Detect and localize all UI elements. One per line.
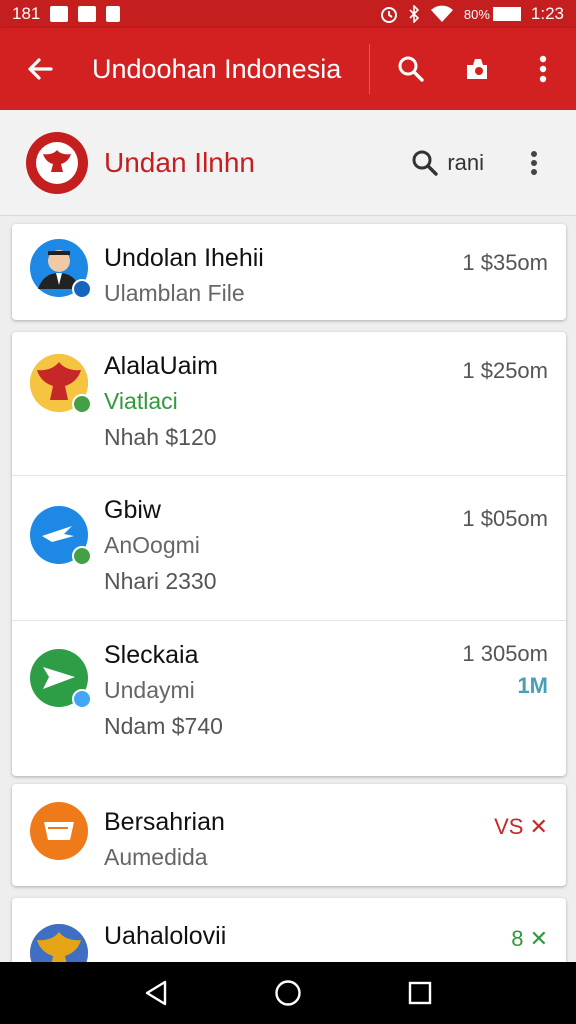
item-name: Sleckaia xyxy=(104,641,199,669)
nav-home-button[interactable] xyxy=(258,962,318,1024)
message-notification-icon xyxy=(78,6,97,22)
item-name: Bersahrian xyxy=(104,808,225,836)
emblem-logo xyxy=(26,131,88,194)
subheader-search[interactable]: rani xyxy=(411,149,484,177)
list-item[interactable]: AlalaUaim Viatlaci Nhah $120 1 $25om xyxy=(12,332,566,476)
item-subtitle: Ulamblan File xyxy=(104,280,245,306)
card-3: Bersahrian Aumedida VS ✕ xyxy=(12,784,566,886)
item-meta-secondary: 1M xyxy=(517,673,548,698)
list-item[interactable]: Uahalolovii 8 ✕ xyxy=(12,898,566,962)
subheader-search-label: rani xyxy=(447,149,484,175)
list-item[interactable]: Gbiw AnOogmi Nhari 2330 1 $05om xyxy=(12,476,566,621)
garuda-icon xyxy=(43,149,71,172)
list-item[interactable]: Sleckaia Undaymi Ndam $740 1 305om 1M xyxy=(12,621,566,776)
item-detail: Ndam $740 xyxy=(104,713,223,739)
nav-back-button[interactable] xyxy=(126,962,186,1024)
avatar xyxy=(30,649,92,709)
triangle-back-icon xyxy=(145,980,167,1006)
subheader-menu-button[interactable] xyxy=(522,150,546,176)
avatar xyxy=(30,506,92,566)
status-time: 1:23 xyxy=(530,4,564,23)
item-name: Uahalolovii xyxy=(104,922,227,950)
ticket-icon xyxy=(44,822,74,840)
wifi-icon xyxy=(430,5,453,22)
avatar xyxy=(30,802,88,860)
item-meta: 1 305om xyxy=(462,641,548,666)
item-subtitle: Undaymi xyxy=(104,677,195,703)
bluetooth-icon xyxy=(409,5,420,23)
list-item[interactable]: Bersahrian Aumedida VS ✕ xyxy=(12,784,566,886)
item-name: Gbiw xyxy=(104,496,161,524)
battery-indicator: 80% xyxy=(464,7,521,22)
image-notification-icon xyxy=(50,6,69,22)
circle-home-icon xyxy=(275,980,301,1006)
app-bar: Undoohan Indonesia xyxy=(0,28,576,110)
item-meta: 1 $35om xyxy=(462,250,548,275)
item-detail: Nhari 2330 xyxy=(104,568,217,594)
subheader-title: Undan Ilnhn xyxy=(104,146,256,178)
system-nav-bar xyxy=(0,962,576,1024)
status-left-text: 181 xyxy=(12,4,41,23)
avatar xyxy=(30,354,92,414)
card-1: Undolan Ihehii Ulamblan File 1 $35om xyxy=(12,224,566,320)
square-recents-icon xyxy=(408,981,432,1005)
arrow-left-icon xyxy=(28,58,53,80)
alarm-icon xyxy=(380,7,397,23)
verified-badge-icon xyxy=(72,394,92,414)
verified-badge-icon xyxy=(72,546,92,566)
bag-notification-icon xyxy=(106,6,121,22)
item-subtitle: Aumedida xyxy=(104,844,208,870)
more-options-button[interactable] xyxy=(510,28,576,110)
subheader: Undan Ilnhn rani xyxy=(0,110,576,216)
item-meta: 8 ✕ xyxy=(511,926,548,951)
search-button[interactable] xyxy=(378,28,444,110)
avatar xyxy=(30,924,88,962)
back-button[interactable] xyxy=(0,28,80,110)
verified-badge-icon xyxy=(72,279,92,299)
more-vert-icon xyxy=(539,55,547,83)
item-meta: 1 $25om xyxy=(462,358,548,383)
emblem-avatar-icon xyxy=(30,924,88,962)
item-meta: VS ✕ xyxy=(494,814,548,839)
status-bar: 181 80% 1:23 xyxy=(0,0,576,28)
share-icon xyxy=(467,59,487,79)
battery-percent: 80% xyxy=(463,6,490,22)
avatar xyxy=(30,239,92,299)
divider xyxy=(369,44,370,94)
app-title: Undoohan Indonesia xyxy=(92,53,342,84)
item-subtitle: AnOogmi xyxy=(104,532,200,558)
search-icon xyxy=(398,56,424,82)
search-icon xyxy=(412,150,439,176)
nav-recents-button[interactable] xyxy=(390,962,450,1024)
item-detail: Nhah $120 xyxy=(104,424,217,450)
list-item[interactable]: Undolan Ihehii Ulamblan File 1 $35om xyxy=(12,224,566,320)
battery-icon xyxy=(492,7,521,21)
item-name: AlalaUaim xyxy=(104,352,218,380)
verified-badge-icon xyxy=(72,689,92,709)
item-subtitle: Viatlaci xyxy=(104,388,178,414)
item-name: Undolan Ihehii xyxy=(104,244,264,272)
card-2: AlalaUaim Viatlaci Nhah $120 1 $25om Gbi… xyxy=(12,332,566,776)
share-button[interactable] xyxy=(444,28,510,110)
card-4: Uahalolovii 8 ✕ xyxy=(12,898,566,962)
item-meta: 1 $05om xyxy=(462,506,548,531)
more-vert-icon xyxy=(531,150,537,175)
